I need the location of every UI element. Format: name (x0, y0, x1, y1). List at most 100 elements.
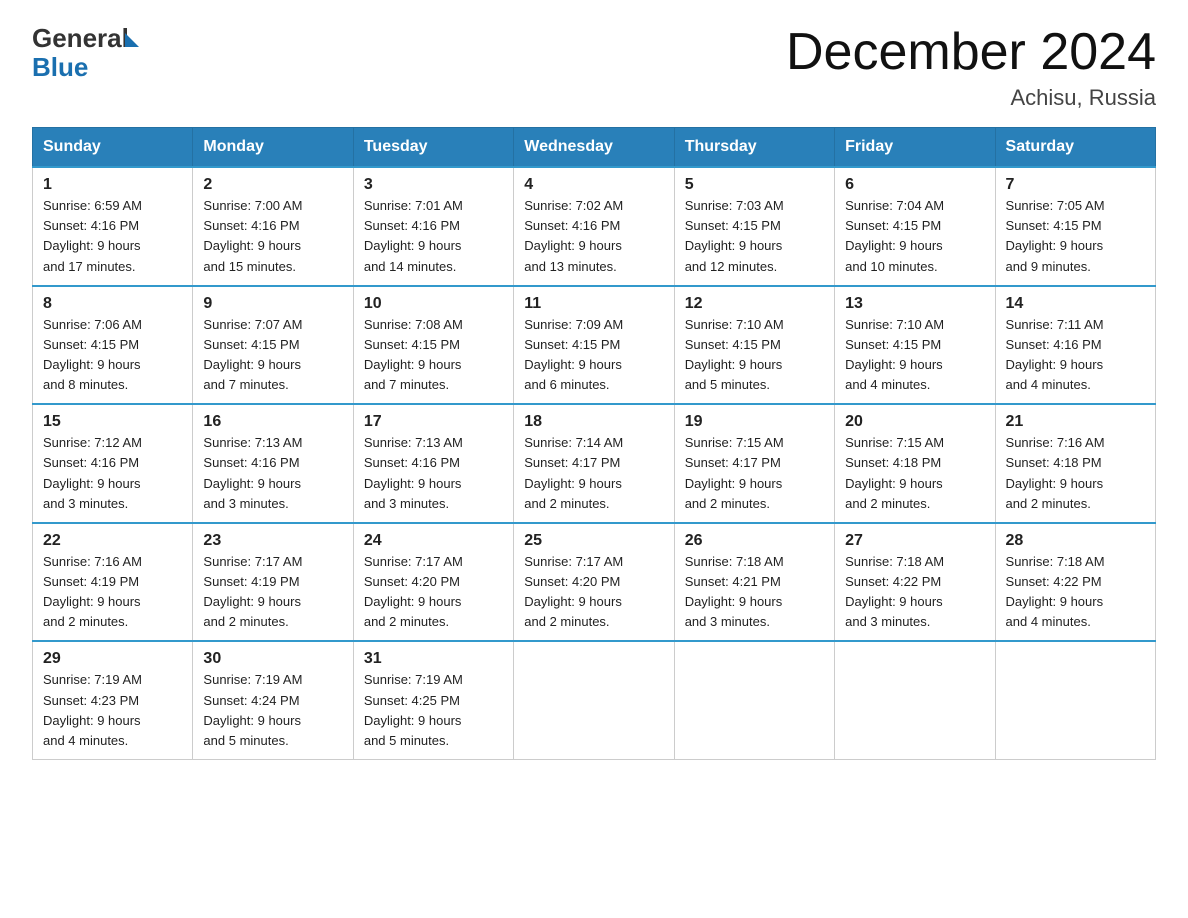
day-cell: 14 Sunrise: 7:11 AM Sunset: 4:16 PM Dayl… (995, 286, 1155, 405)
day-cell: 1 Sunrise: 6:59 AM Sunset: 4:16 PM Dayli… (33, 167, 193, 286)
day-info: Sunrise: 7:00 AM Sunset: 4:16 PM Dayligh… (203, 196, 342, 277)
day-info: Sunrise: 7:19 AM Sunset: 4:24 PM Dayligh… (203, 670, 342, 751)
day-number: 26 (685, 532, 824, 550)
day-cell: 17 Sunrise: 7:13 AM Sunset: 4:16 PM Dayl… (353, 404, 513, 523)
day-info: Sunrise: 7:02 AM Sunset: 4:16 PM Dayligh… (524, 196, 663, 277)
day-cell: 28 Sunrise: 7:18 AM Sunset: 4:22 PM Dayl… (995, 523, 1155, 642)
day-info: Sunrise: 7:15 AM Sunset: 4:17 PM Dayligh… (685, 433, 824, 514)
day-info: Sunrise: 7:18 AM Sunset: 4:22 PM Dayligh… (1006, 552, 1145, 633)
day-info: Sunrise: 7:18 AM Sunset: 4:22 PM Dayligh… (845, 552, 984, 633)
day-cell: 19 Sunrise: 7:15 AM Sunset: 4:17 PM Dayl… (674, 404, 834, 523)
day-info: Sunrise: 7:07 AM Sunset: 4:15 PM Dayligh… (203, 315, 342, 396)
day-info: Sunrise: 7:19 AM Sunset: 4:23 PM Dayligh… (43, 670, 182, 751)
day-number: 9 (203, 295, 342, 313)
day-number: 13 (845, 295, 984, 313)
day-info: Sunrise: 7:19 AM Sunset: 4:25 PM Dayligh… (364, 670, 503, 751)
day-info: Sunrise: 7:05 AM Sunset: 4:15 PM Dayligh… (1006, 196, 1145, 277)
day-info: Sunrise: 7:09 AM Sunset: 4:15 PM Dayligh… (524, 315, 663, 396)
day-cell: 26 Sunrise: 7:18 AM Sunset: 4:21 PM Dayl… (674, 523, 834, 642)
day-number: 31 (364, 650, 503, 668)
day-info: Sunrise: 7:15 AM Sunset: 4:18 PM Dayligh… (845, 433, 984, 514)
day-number: 24 (364, 532, 503, 550)
header-thursday: Thursday (674, 128, 834, 168)
day-cell (995, 641, 1155, 759)
day-number: 18 (524, 413, 663, 431)
day-number: 28 (1006, 532, 1145, 550)
day-cell: 12 Sunrise: 7:10 AM Sunset: 4:15 PM Dayl… (674, 286, 834, 405)
day-info: Sunrise: 7:04 AM Sunset: 4:15 PM Dayligh… (845, 196, 984, 277)
day-cell: 6 Sunrise: 7:04 AM Sunset: 4:15 PM Dayli… (835, 167, 995, 286)
day-cell: 18 Sunrise: 7:14 AM Sunset: 4:17 PM Dayl… (514, 404, 674, 523)
day-cell: 9 Sunrise: 7:07 AM Sunset: 4:15 PM Dayli… (193, 286, 353, 405)
day-number: 15 (43, 413, 182, 431)
header-row: Sunday Monday Tuesday Wednesday Thursday… (33, 128, 1156, 168)
day-cell: 25 Sunrise: 7:17 AM Sunset: 4:20 PM Dayl… (514, 523, 674, 642)
day-info: Sunrise: 7:16 AM Sunset: 4:18 PM Dayligh… (1006, 433, 1145, 514)
day-info: Sunrise: 7:18 AM Sunset: 4:21 PM Dayligh… (685, 552, 824, 633)
logo-blue: Blue (32, 53, 139, 82)
day-cell (514, 641, 674, 759)
day-cell: 8 Sunrise: 7:06 AM Sunset: 4:15 PM Dayli… (33, 286, 193, 405)
day-number: 12 (685, 295, 824, 313)
day-number: 25 (524, 532, 663, 550)
day-cell: 11 Sunrise: 7:09 AM Sunset: 4:15 PM Dayl… (514, 286, 674, 405)
day-cell: 27 Sunrise: 7:18 AM Sunset: 4:22 PM Dayl… (835, 523, 995, 642)
week-row-4: 22 Sunrise: 7:16 AM Sunset: 4:19 PM Dayl… (33, 523, 1156, 642)
calendar-table: Sunday Monday Tuesday Wednesday Thursday… (32, 127, 1156, 760)
day-number: 19 (685, 413, 824, 431)
day-number: 1 (43, 176, 182, 194)
day-info: Sunrise: 7:17 AM Sunset: 4:20 PM Dayligh… (364, 552, 503, 633)
day-number: 21 (1006, 413, 1145, 431)
day-number: 4 (524, 176, 663, 194)
header-friday: Friday (835, 128, 995, 168)
header-wednesday: Wednesday (514, 128, 674, 168)
day-number: 27 (845, 532, 984, 550)
day-cell: 10 Sunrise: 7:08 AM Sunset: 4:15 PM Dayl… (353, 286, 513, 405)
day-number: 20 (845, 413, 984, 431)
day-cell: 4 Sunrise: 7:02 AM Sunset: 4:16 PM Dayli… (514, 167, 674, 286)
day-info: Sunrise: 7:12 AM Sunset: 4:16 PM Dayligh… (43, 433, 182, 514)
day-cell: 21 Sunrise: 7:16 AM Sunset: 4:18 PM Dayl… (995, 404, 1155, 523)
logo: General Blue (32, 24, 139, 81)
day-info: Sunrise: 7:14 AM Sunset: 4:17 PM Dayligh… (524, 433, 663, 514)
day-info: Sunrise: 7:17 AM Sunset: 4:19 PM Dayligh… (203, 552, 342, 633)
day-info: Sunrise: 6:59 AM Sunset: 4:16 PM Dayligh… (43, 196, 182, 277)
day-number: 5 (685, 176, 824, 194)
day-number: 11 (524, 295, 663, 313)
day-number: 29 (43, 650, 182, 668)
day-cell: 2 Sunrise: 7:00 AM Sunset: 4:16 PM Dayli… (193, 167, 353, 286)
day-number: 23 (203, 532, 342, 550)
day-cell: 13 Sunrise: 7:10 AM Sunset: 4:15 PM Dayl… (835, 286, 995, 405)
day-number: 3 (364, 176, 503, 194)
day-cell: 16 Sunrise: 7:13 AM Sunset: 4:16 PM Dayl… (193, 404, 353, 523)
day-number: 7 (1006, 176, 1145, 194)
day-cell: 24 Sunrise: 7:17 AM Sunset: 4:20 PM Dayl… (353, 523, 513, 642)
day-cell: 29 Sunrise: 7:19 AM Sunset: 4:23 PM Dayl… (33, 641, 193, 759)
day-number: 10 (364, 295, 503, 313)
day-number: 2 (203, 176, 342, 194)
day-info: Sunrise: 7:01 AM Sunset: 4:16 PM Dayligh… (364, 196, 503, 277)
header-tuesday: Tuesday (353, 128, 513, 168)
day-info: Sunrise: 7:03 AM Sunset: 4:15 PM Dayligh… (685, 196, 824, 277)
day-info: Sunrise: 7:13 AM Sunset: 4:16 PM Dayligh… (364, 433, 503, 514)
day-number: 17 (364, 413, 503, 431)
day-cell (835, 641, 995, 759)
day-number: 6 (845, 176, 984, 194)
page-header: General Blue December 2024 Achisu, Russi… (32, 24, 1156, 111)
day-number: 16 (203, 413, 342, 431)
day-cell: 20 Sunrise: 7:15 AM Sunset: 4:18 PM Dayl… (835, 404, 995, 523)
calendar-subtitle: Achisu, Russia (786, 85, 1156, 111)
day-info: Sunrise: 7:16 AM Sunset: 4:19 PM Dayligh… (43, 552, 182, 633)
week-row-2: 8 Sunrise: 7:06 AM Sunset: 4:15 PM Dayli… (33, 286, 1156, 405)
calendar-title: December 2024 (786, 24, 1156, 81)
day-number: 22 (43, 532, 182, 550)
week-row-5: 29 Sunrise: 7:19 AM Sunset: 4:23 PM Dayl… (33, 641, 1156, 759)
day-info: Sunrise: 7:08 AM Sunset: 4:15 PM Dayligh… (364, 315, 503, 396)
week-row-3: 15 Sunrise: 7:12 AM Sunset: 4:16 PM Dayl… (33, 404, 1156, 523)
day-cell: 22 Sunrise: 7:16 AM Sunset: 4:19 PM Dayl… (33, 523, 193, 642)
day-number: 14 (1006, 295, 1145, 313)
day-cell: 3 Sunrise: 7:01 AM Sunset: 4:16 PM Dayli… (353, 167, 513, 286)
logo-triangle-icon (125, 33, 139, 47)
day-info: Sunrise: 7:06 AM Sunset: 4:15 PM Dayligh… (43, 315, 182, 396)
day-info: Sunrise: 7:13 AM Sunset: 4:16 PM Dayligh… (203, 433, 342, 514)
